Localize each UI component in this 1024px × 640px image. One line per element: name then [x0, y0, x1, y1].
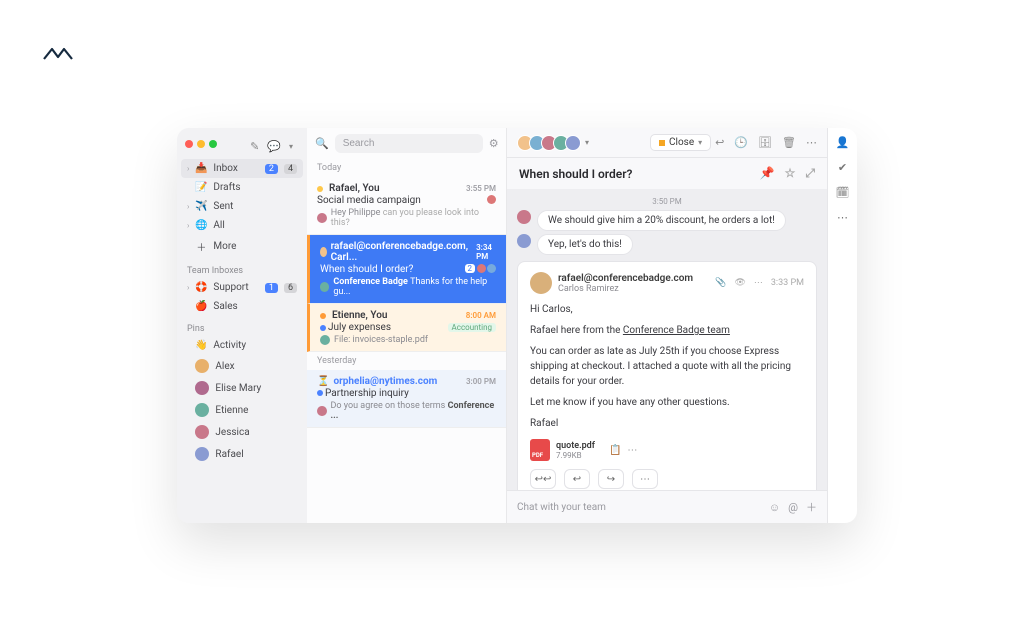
sidebar-item-drafts[interactable]: ›📝 Drafts	[177, 178, 307, 197]
reading-pane: ▾ Close ▾ ↩︎ 🕒 🗄︎ 🗑︎ ⋯ When should I or	[507, 128, 827, 523]
drafts-icon: 📝	[195, 182, 207, 193]
reply-all-icon[interactable]: ↩︎	[715, 136, 724, 149]
reply-all-button[interactable]: ↩︎↩︎	[530, 469, 556, 489]
list-item-selected[interactable]: rafael@conferencebadge.com, Carl...3:34 …	[307, 235, 506, 304]
composer-placeholder: Chat with your team	[517, 502, 761, 513]
chat-icon[interactable]: 💬	[267, 140, 281, 153]
email-from: rafael@conferencebadge.com	[558, 273, 693, 284]
window-zoom[interactable]	[209, 140, 217, 148]
status-square-icon	[659, 140, 665, 146]
eye-icon[interactable]: 👁	[734, 278, 745, 288]
section-pins: Pins	[177, 316, 307, 336]
check-icon[interactable]: ✔︎	[838, 161, 847, 174]
email-body: Hi Carlos, Rafael here from the Conferen…	[530, 302, 804, 431]
mention-icon[interactable]: @	[788, 501, 798, 514]
sidebar-label: Inbox	[213, 163, 237, 174]
sidebar-item-sales[interactable]: ›🍎 Sales	[177, 297, 307, 316]
sidebar-item-person[interactable]: ›Etienne	[177, 399, 307, 421]
chat-bubble: Yep, let's do this!	[537, 234, 633, 255]
sidebar-item-all[interactable]: ›🌐 All	[177, 216, 307, 235]
sender-avatar	[530, 272, 552, 294]
reply-button[interactable]: ↩︎	[564, 469, 590, 489]
archive-icon[interactable]: 🗄︎	[758, 136, 772, 149]
list-header-today: Today	[307, 159, 506, 177]
window-minimize[interactable]	[197, 140, 205, 148]
sidebar-item-person[interactable]: ›Elise Mary	[177, 377, 307, 399]
thread-subject: When should I order?	[519, 167, 632, 181]
attachment-icon[interactable]: 📎	[715, 278, 726, 288]
pin-icon[interactable]: 📌	[760, 166, 775, 181]
attachment-size: 7.99KB	[556, 451, 595, 460]
app-logo	[42, 44, 74, 67]
more-icon[interactable]: ⋯	[837, 211, 848, 224]
sidebar-item-support[interactable]: ›🛟 Support 1 6	[177, 278, 307, 297]
participant-avatars[interactable]: ▾	[517, 135, 589, 151]
email-timestamp: 3:33 PM	[771, 278, 804, 288]
inbox-total-badge: 4	[284, 164, 297, 174]
list-item[interactable]: ⏳orphelia@nytimes.com3:00 PM Partnership…	[307, 370, 506, 428]
copy-icon[interactable]: 📋	[609, 445, 621, 456]
message-list: 🔍 ⚙︎ Today Rafael, You3:55 PM Social med…	[307, 128, 507, 523]
emoji-icon[interactable]: ☺︎	[769, 501, 780, 514]
chevron-down-icon: ▾	[698, 138, 702, 147]
pdf-icon	[530, 439, 550, 461]
inbox-unread-badge: 2	[265, 164, 278, 174]
avatar	[517, 234, 531, 248]
sidebar: ✎ 💬 ▾ ›📥 Inbox 2 4 ›📝 Drafts ›✈️ Sent	[177, 128, 307, 523]
all-icon: 🌐	[195, 220, 207, 231]
email-client-window: ✎ 💬 ▾ ›📥 Inbox 2 4 ›📝 Drafts ›✈️ Sent	[177, 128, 857, 523]
search-icon: 🔍	[315, 137, 329, 150]
sidebar-item-activity[interactable]: ›👋 Activity	[177, 336, 307, 355]
more-icon[interactable]: ⋯	[806, 136, 817, 149]
composer[interactable]: Chat with your team ☺︎ @ ＋	[507, 490, 827, 523]
avatar	[517, 210, 531, 224]
right-toolbar: 👤 ✔︎ 🗓︎ ⋯	[827, 128, 857, 523]
email-from-name: Carlos Ramirez	[558, 284, 693, 294]
close-button[interactable]: Close ▾	[650, 134, 711, 151]
sidebar-item-person[interactable]: ›Jessica	[177, 421, 307, 443]
inbox-icon: 📥	[195, 163, 207, 174]
star-icon[interactable]: ☆	[785, 166, 796, 181]
attachment-name: quote.pdf	[556, 441, 595, 451]
trash-icon[interactable]: 🗑︎	[782, 136, 796, 149]
expand-icon[interactable]: ⤢	[805, 166, 815, 181]
timestamp: 3:50 PM	[517, 197, 817, 206]
list-item[interactable]: Etienne, You8:00 AM July expensesAccount…	[307, 304, 506, 352]
search-input[interactable]	[335, 134, 483, 153]
attach-icon[interactable]: ＋	[806, 499, 817, 515]
support-icon: 🛟	[195, 282, 207, 293]
sales-icon: 🍎	[195, 301, 207, 312]
window-close[interactable]	[185, 140, 193, 148]
profile-icon[interactable]: 👤	[836, 136, 850, 149]
email-card: rafael@conferencebadge.com Carlos Ramire…	[517, 261, 817, 490]
section-team-inboxes: Team Inboxes	[177, 258, 307, 278]
sidebar-item-person[interactable]: ›Rafael	[177, 443, 307, 465]
more-icon[interactable]: ⋯	[627, 445, 637, 456]
filter-icon[interactable]: ⚙︎	[489, 137, 499, 150]
calendar-icon[interactable]: 🗓︎	[836, 186, 850, 199]
sidebar-item-person[interactable]: ›Alex	[177, 355, 307, 377]
sidebar-item-more[interactable]: ›＋ More	[177, 235, 307, 258]
sidebar-item-sent[interactable]: ›✈️ Sent	[177, 197, 307, 216]
activity-icon: 👋	[195, 340, 207, 351]
chevron-down-icon[interactable]: ▾	[289, 142, 293, 151]
sidebar-item-inbox[interactable]: ›📥 Inbox 2 4	[181, 159, 303, 178]
sent-icon: ✈️	[195, 201, 207, 212]
more-button[interactable]: ⋯	[632, 469, 658, 489]
list-item[interactable]: Rafael, You3:55 PM Social media campaign…	[307, 177, 506, 235]
forward-button[interactable]: ↪︎	[598, 469, 624, 489]
compose-icon[interactable]: ✎	[250, 140, 259, 153]
chat-bubble: We should give him a 20% discount, he or…	[537, 210, 786, 231]
list-header-yesterday: Yesterday	[307, 352, 506, 370]
attachment[interactable]: quote.pdf 7.99KB 📋 ⋯	[530, 439, 804, 461]
hourglass-icon: ⏳	[317, 376, 329, 387]
chevron-down-icon[interactable]: ▾	[585, 138, 589, 147]
more-icon[interactable]: ⋯	[754, 278, 763, 288]
thread-subject-bar: When should I order? 📌 ☆ ⤢	[507, 158, 827, 189]
plus-icon: ＋	[195, 239, 207, 254]
snooze-icon[interactable]: 🕒	[734, 136, 748, 149]
